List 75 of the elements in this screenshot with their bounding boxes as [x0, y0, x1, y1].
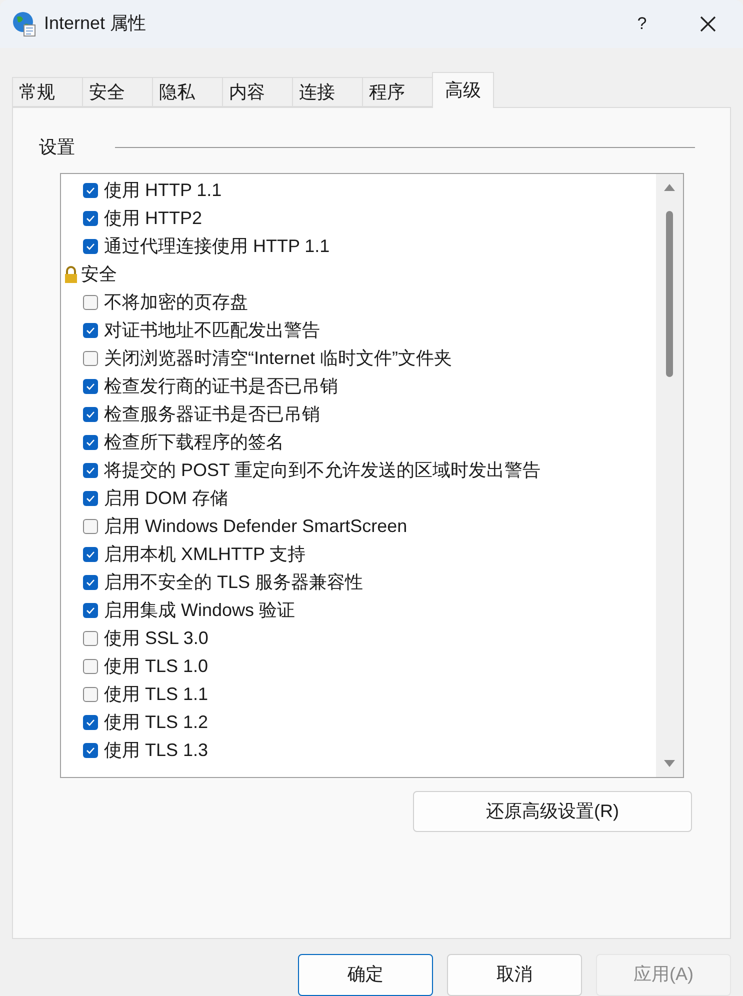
setting-label: 启用不安全的 TLS 服务器兼容性 [104, 570, 364, 594]
check-icon [86, 718, 95, 726]
setting-label: 使用 TLS 1.3 [104, 738, 208, 762]
checkbox[interactable] [83, 686, 98, 702]
scroll-up-icon[interactable] [664, 184, 675, 192]
check-icon [86, 410, 95, 418]
checkbox[interactable] [83, 546, 98, 562]
setting-label: 通过代理连接使用 HTTP 1.1 [104, 234, 330, 258]
checkbox[interactable] [83, 350, 98, 366]
category-label: 安全 [81, 262, 117, 286]
help-button[interactable]: ? [619, 4, 665, 44]
checkbox[interactable] [83, 602, 98, 618]
checkbox[interactable] [83, 238, 98, 254]
scrollbar[interactable] [656, 174, 683, 778]
tab[interactable]: 常规 [12, 77, 82, 108]
tab[interactable]: 程序 [362, 77, 432, 108]
checkbox[interactable] [83, 406, 98, 422]
checkbox[interactable] [83, 182, 98, 198]
setting-label: 关闭浏览器时清空“Internet 临时文件”文件夹 [104, 346, 452, 370]
checkbox[interactable] [83, 462, 98, 478]
dialog-button[interactable]: 取消 [447, 954, 582, 996]
setting-label: 使用 HTTP2 [104, 206, 202, 230]
reset-button[interactable]: 还原高级设置(R) [413, 791, 692, 832]
setting-label: 检查发行商的证书是否已吊销 [104, 374, 338, 398]
checkbox[interactable] [83, 434, 98, 450]
checkbox[interactable] [83, 322, 98, 338]
checkbox[interactable] [83, 490, 98, 506]
checkbox[interactable] [83, 574, 98, 590]
check-icon [86, 746, 95, 754]
setting-label: 启用 DOM 存储 [104, 486, 228, 510]
check-icon [86, 578, 95, 586]
check-icon [86, 494, 95, 502]
setting-label: 检查所下载程序的签名 [104, 430, 284, 454]
check-icon [86, 606, 95, 614]
check-icon [86, 186, 95, 194]
scroll-thumb[interactable] [666, 211, 673, 378]
checkbox[interactable] [83, 658, 98, 674]
setting-label: 使用 TLS 1.1 [104, 682, 208, 706]
setting-label: 使用 TLS 1.2 [104, 710, 208, 734]
checkbox[interactable] [83, 210, 98, 226]
tab[interactable]: 连接 [292, 77, 362, 108]
close-icon [700, 16, 716, 32]
setting-label: 不将加密的页存盘 [104, 290, 248, 314]
setting-label: 启用 Windows Defender SmartScreen [104, 514, 408, 538]
checkbox[interactable] [83, 294, 98, 310]
check-icon [86, 466, 95, 474]
checkbox[interactable] [83, 518, 98, 534]
setting-label: 检查服务器证书是否已吊销 [104, 402, 320, 426]
checkbox[interactable] [83, 378, 98, 394]
scroll-down-icon[interactable] [664, 760, 675, 768]
check-icon [86, 382, 95, 390]
window-title: Internet 属性 [44, 12, 146, 36]
tab[interactable]: 高级 [432, 72, 494, 108]
checkbox[interactable] [83, 742, 98, 758]
check-icon [86, 438, 95, 446]
tab[interactable]: 安全 [82, 77, 152, 108]
check-icon [86, 326, 95, 334]
lock-icon [64, 266, 78, 283]
setting-label: 启用本机 XMLHTTP 支持 [104, 542, 306, 566]
setting-label: 对证书地址不匹配发出警告 [104, 318, 320, 342]
check-icon [86, 214, 95, 222]
group-title: 设置 [39, 136, 75, 160]
setting-label: 启用集成 Windows 验证 [104, 598, 296, 622]
setting-label: 使用 TLS 1.0 [104, 654, 208, 678]
setting-label: 使用 HTTP 1.1 [104, 178, 222, 202]
dialog-button[interactable]: 确定 [298, 954, 433, 996]
tab[interactable]: 隐私 [152, 77, 222, 108]
setting-label: 将提交的 POST 重定向到不允许发送的区域时发出警告 [104, 458, 541, 482]
tab[interactable]: 内容 [222, 77, 292, 108]
check-icon [86, 242, 95, 250]
setting-label: 使用 SSL 3.0 [104, 626, 208, 650]
checkbox[interactable] [83, 714, 98, 730]
checkbox[interactable] [83, 630, 98, 646]
globe-icon [12, 10, 36, 37]
check-icon [86, 550, 95, 558]
